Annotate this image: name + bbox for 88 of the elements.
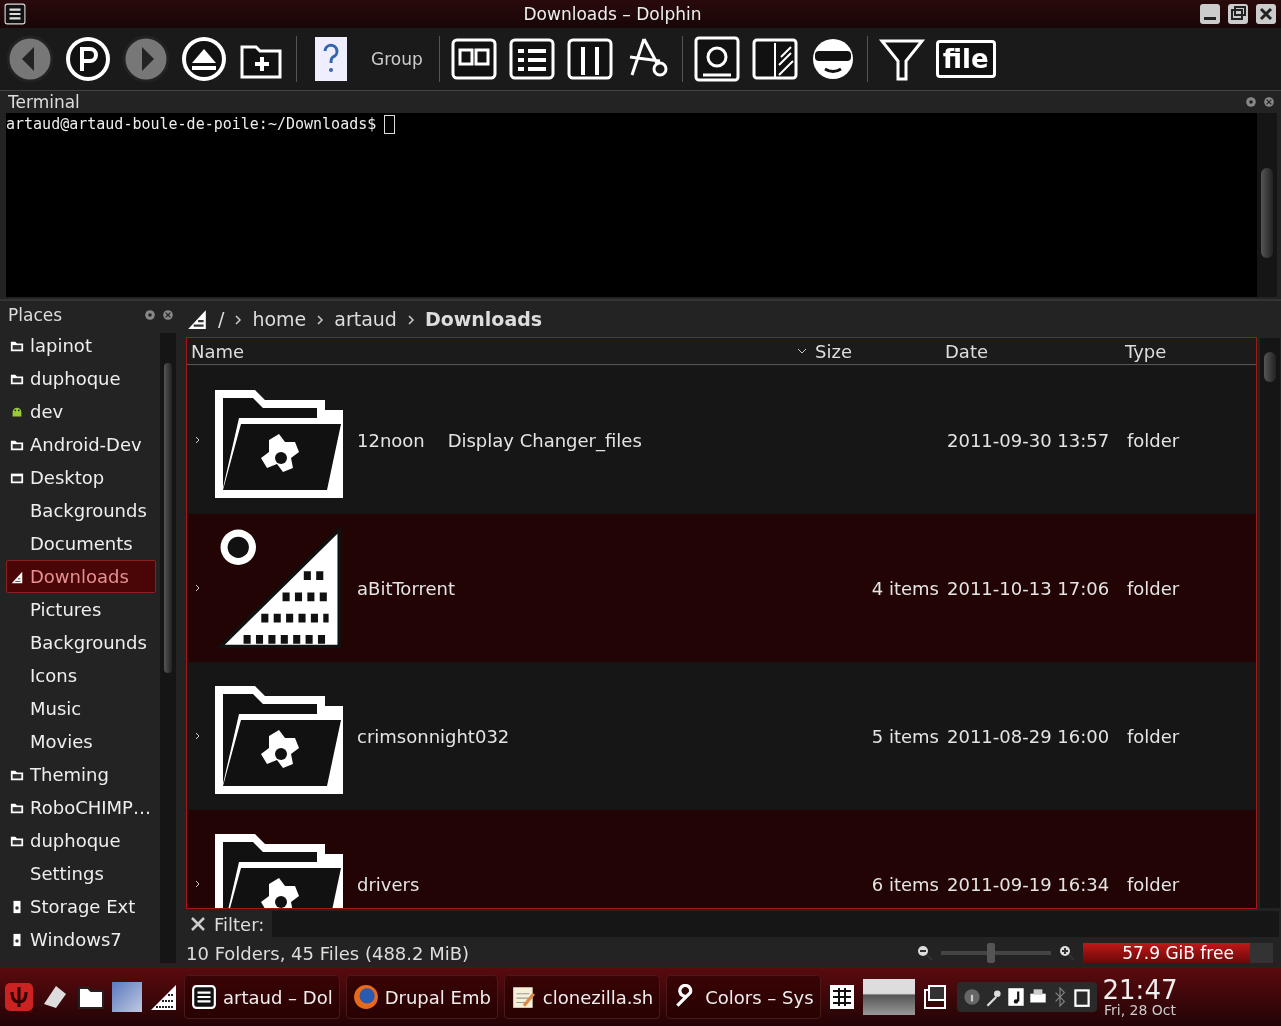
task-button[interactable]: Drupal Emb: [345, 975, 498, 1019]
breadcrumb-link[interactable]: artaud: [334, 308, 397, 330]
terminal-screen[interactable]: artaud@artaud-boule-de-poile:~/Downloads$: [6, 113, 1277, 297]
float-icon[interactable]: [144, 309, 156, 321]
binary-document-icon: [186, 308, 208, 330]
zoom-in-icon[interactable]: [1059, 945, 1075, 961]
terminal-prompt: artaud@artaud-boule-de-poile:~/Downloads$: [6, 115, 377, 133]
place-item[interactable]: Music: [0, 692, 160, 725]
places-panel-title: Places: [8, 305, 64, 325]
notepad-icon: [510, 984, 537, 1010]
up-icon[interactable]: [180, 35, 228, 83]
free-space-text: 57.9 GiB free: [1122, 943, 1234, 963]
globe-icon: [352, 984, 379, 1010]
column-header[interactable]: Size: [813, 340, 945, 362]
float-icon[interactable]: [1245, 96, 1257, 108]
place-item[interactable]: Desktop: [0, 461, 160, 494]
column-header[interactable]: Date: [945, 340, 1125, 362]
file-name: drivers: [357, 873, 421, 895]
maximize-icon[interactable]: [1227, 4, 1249, 24]
group-button[interactable]: Group: [365, 49, 429, 69]
file-row[interactable]: crimsonnight032 5 items 2011-08-29 16:00 folder: [187, 662, 1256, 810]
close-icon[interactable]: [1255, 4, 1277, 24]
status-summary: 10 Folders, 45 Files (488.2 MiB): [186, 942, 471, 964]
scrollbar[interactable]: [1257, 113, 1277, 297]
music-note-icon[interactable]: [1006, 986, 1025, 1008]
file-date: 2011-09-30 13:57: [947, 429, 1111, 451]
place-item[interactable]: duphoque: [0, 362, 160, 395]
file-name: aBitTorrent: [357, 577, 456, 599]
info-icon[interactable]: [962, 986, 981, 1008]
place-item[interactable]: Pictures: [0, 593, 160, 626]
breadcrumb-link[interactable]: Downloads: [424, 308, 543, 330]
file-date: 2011-10-13 17:06: [947, 577, 1111, 599]
scrollbar[interactable]: [160, 333, 176, 963]
scrollbar[interactable]: [1260, 338, 1280, 908]
preview-icon[interactable]: [692, 35, 741, 83]
file-date: 2011-09-19 16:34: [947, 873, 1111, 895]
place-item[interactable]: Movies: [0, 725, 160, 758]
file-row[interactable]: 12noon Display Changer_files 2011-09-30 13:57 folder: [187, 366, 1256, 514]
zoom-out-icon[interactable]: [917, 945, 933, 961]
file-row[interactable]: drivers 6 items 2011-09-19 16:34 folder: [187, 810, 1256, 908]
desktop-pager[interactable]: [862, 979, 915, 1015]
file-type: folder: [1127, 873, 1181, 895]
terminal-panel-title: Terminal: [8, 92, 81, 112]
place-item[interactable]: Downloads: [6, 560, 156, 593]
file-size: 5 items: [870, 725, 940, 747]
place-item[interactable]: lapinot: [0, 329, 160, 362]
place-item[interactable]: Icons: [0, 659, 160, 692]
forward-icon[interactable]: [122, 35, 170, 83]
place-item[interactable]: Backgrounds: [0, 626, 160, 659]
place-item[interactable]: Backgrounds: [0, 494, 160, 527]
place-item[interactable]: Storage Ext: [0, 890, 160, 923]
file-type: folder: [1127, 725, 1181, 747]
place-item[interactable]: Settings: [0, 857, 160, 890]
cabinet-icon: [191, 984, 217, 1010]
file-size: 6 items: [870, 873, 940, 895]
clipboard-icon[interactable]: [1072, 986, 1091, 1008]
file-type: folder: [1127, 429, 1181, 451]
clock-time[interactable]: 21:47: [1102, 977, 1178, 1003]
window-title: Downloads – Dolphin: [522, 4, 703, 24]
place-item[interactable]: Documents: [0, 527, 160, 560]
place-item[interactable]: duphoque: [0, 824, 160, 857]
place-item[interactable]: Android-Dev: [0, 428, 160, 461]
breadcrumb-link[interactable]: /: [218, 308, 225, 330]
filter-label: Filter:: [214, 913, 265, 935]
place-item[interactable]: dev: [0, 395, 160, 428]
file-row[interactable]: aBitTorrent 4 items 2011-10-13 17:06 folder: [187, 514, 1256, 662]
file-date: 2011-08-29 16:00: [947, 725, 1111, 747]
file-type: folder: [1127, 577, 1181, 599]
column-header[interactable]: Name: [187, 340, 797, 362]
text-cursor: [384, 115, 396, 134]
place-item[interactable]: Theming: [0, 758, 160, 791]
column-header[interactable]: Type: [1125, 340, 1256, 362]
clock-date[interactable]: Fri, 28 Oct: [1103, 1003, 1177, 1017]
task-button[interactable]: artaud – Dol: [184, 975, 340, 1019]
task-button[interactable]: clonezilla.sh: [503, 975, 661, 1019]
breadcrumb-link[interactable]: home: [252, 308, 307, 330]
task-button[interactable]: Colors – Sys: [666, 975, 821, 1019]
file-name: 12noon Display Changer_files: [357, 429, 643, 451]
close-icon[interactable]: [190, 916, 206, 932]
minimize-icon[interactable]: [1199, 4, 1221, 24]
file-size: 4 items: [870, 577, 940, 599]
file-button[interactable]: file: [935, 40, 996, 78]
place-item[interactable]: Windows7: [0, 923, 160, 956]
menu-icon[interactable]: [4, 3, 26, 25]
app-launcher-icon[interactable]: [4, 982, 34, 1012]
file-name: crimsonnight032: [357, 725, 511, 747]
back-icon[interactable]: [6, 35, 54, 83]
place-item[interactable]: RoboCHIMP…: [0, 791, 160, 824]
